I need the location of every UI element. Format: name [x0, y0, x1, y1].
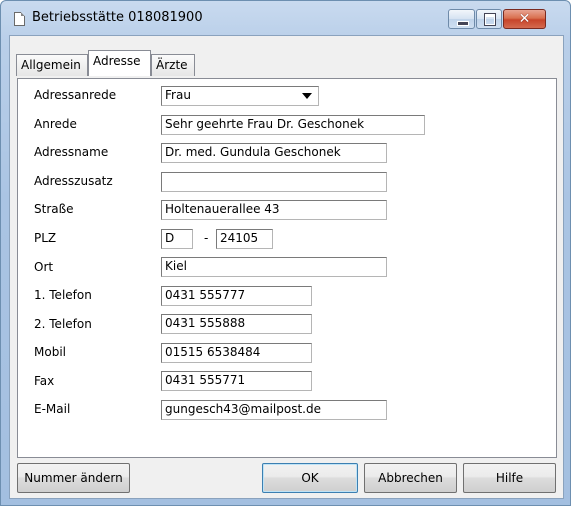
dialog-window: Betriebsstätte 018081900 ✕ Allgemein Adr… [0, 0, 571, 506]
adressanrede-label: Adressanrede [34, 88, 117, 102]
anrede-value: Sehr geehrte Frau Dr. Geschonek [165, 117, 365, 131]
anrede-label: Anrede [34, 117, 77, 131]
abbrechen-button[interactable]: Abbrechen [364, 463, 457, 493]
email-input[interactable]: gungesch43@mailpost.de [161, 400, 387, 420]
dropdown-arrow-icon[interactable] [302, 93, 312, 99]
telefon2-input[interactable]: 0431 555888 [161, 314, 312, 334]
title-bar[interactable]: Betriebsstätte 018081900 ✕ [1, 1, 570, 35]
adressanrede-value: Frau [165, 88, 191, 102]
close-icon: ✕ [518, 11, 531, 27]
anrede-input[interactable]: Sehr geehrte Frau Dr. Geschonek [161, 115, 425, 135]
strasse-input[interactable]: Holtenauerallee 43 [161, 200, 387, 220]
fax-input[interactable]: 0431 555771 [161, 371, 312, 391]
ok-button[interactable]: OK [262, 463, 358, 493]
telefon1-label: 1. Telefon [34, 288, 92, 302]
plz-input[interactable]: 24105 [216, 229, 273, 249]
tab-adresse-label: Adresse [93, 54, 141, 68]
tab-allgemein[interactable]: Allgemein [16, 54, 88, 76]
dialog-client-area: Allgemein Adresse Ärzte Adressanrede Fra… [9, 35, 564, 499]
document-icon [14, 12, 25, 26]
email-value: gungesch43@mailpost.de [165, 402, 321, 416]
mobil-input[interactable]: 01515 6538484 [161, 343, 312, 363]
nummer-aendern-button[interactable]: Nummer ändern [17, 463, 130, 493]
plz-separator: - [204, 231, 209, 245]
maximize-button[interactable] [476, 9, 502, 29]
close-button[interactable]: ✕ [503, 9, 546, 29]
plz-label: PLZ [34, 231, 57, 245]
plz-value: 24105 [220, 231, 259, 245]
maximize-icon [484, 13, 496, 26]
hilfe-button[interactable]: Hilfe [463, 463, 556, 493]
tab-panel-adresse: Adressanrede Frau Anrede Sehr geehrte Fr… [17, 78, 557, 458]
ort-label: Ort [34, 260, 54, 274]
minimize-icon [457, 21, 469, 26]
strasse-label: Straße [34, 202, 74, 216]
fax-value: 0431 555771 [165, 373, 246, 387]
telefon1-value: 0431 555777 [165, 288, 246, 302]
window-title: Betriebsstätte 018081900 [32, 10, 203, 25]
adresszusatz-input[interactable] [161, 172, 387, 192]
tab-adresse[interactable]: Adresse [88, 50, 151, 76]
telefon1-input[interactable]: 0431 555777 [161, 286, 312, 306]
mobil-value: 01515 6538484 [165, 345, 261, 359]
adressname-label: Adressname [34, 145, 109, 159]
strasse-value: Holtenauerallee 43 [165, 202, 280, 216]
mobil-label: Mobil [34, 345, 66, 359]
ort-value: Kiel [165, 259, 187, 273]
ort-input[interactable]: Kiel [161, 257, 387, 277]
adressanrede-select[interactable]: Frau [161, 86, 319, 106]
fax-label: Fax [34, 374, 55, 388]
adressname-input[interactable]: Dr. med. Gundula Geschonek [161, 143, 387, 163]
adressname-value: Dr. med. Gundula Geschonek [165, 145, 341, 159]
adresszusatz-label: Adresszusatz [34, 174, 113, 188]
tab-allgemein-label: Allgemein [21, 58, 81, 72]
email-label: E-Mail [34, 402, 71, 416]
minimize-button[interactable] [448, 9, 475, 29]
plz-country-input[interactable]: D [161, 229, 193, 249]
tab-aerzte[interactable]: Ärzte [151, 54, 195, 76]
plz-country-value: D [165, 231, 175, 245]
telefon2-value: 0431 555888 [165, 316, 246, 330]
tab-aerzte-label: Ärzte [156, 58, 188, 72]
telefon2-label: 2. Telefon [34, 317, 92, 331]
